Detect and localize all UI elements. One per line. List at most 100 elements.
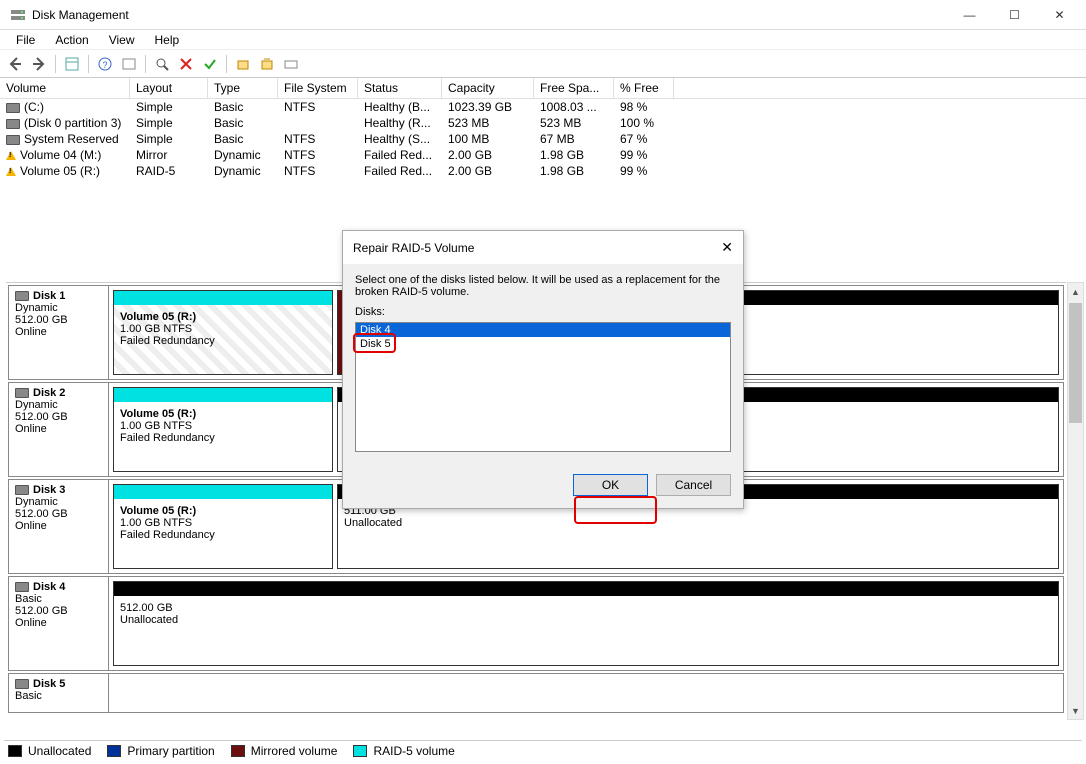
- dialog-title: Repair RAID-5 Volume: [353, 241, 474, 255]
- menu-file[interactable]: File: [6, 31, 45, 49]
- volume-status: Failed Red...: [358, 163, 442, 179]
- dialog-list-item[interactable]: Disk 4: [356, 323, 730, 337]
- help-icon[interactable]: ?: [94, 53, 116, 75]
- disk-state: Online: [15, 617, 102, 629]
- ok-button[interactable]: OK: [573, 474, 648, 496]
- volume-name: (C:): [24, 100, 44, 114]
- volume-row[interactable]: System ReservedSimpleBasicNTFSHealthy (S…: [0, 131, 1086, 147]
- volume-fs: NTFS: [278, 147, 358, 163]
- disk-icon: [15, 291, 29, 301]
- scrollbar-vertical[interactable]: ▲ ▼: [1067, 282, 1084, 720]
- partition-status: Unallocated: [344, 517, 1052, 529]
- partition-title: Volume 05 (R:): [120, 311, 326, 323]
- col-status[interactable]: Status: [358, 78, 442, 98]
- partition[interactable]: Volume 05 (R:)1.00 GB NTFSFailed Redunda…: [113, 484, 333, 569]
- maximize-button[interactable]: ☐: [992, 0, 1037, 30]
- volume-name: System Reserved: [24, 132, 119, 146]
- volume-capacity: 2.00 GB: [442, 163, 534, 179]
- repair-dialog: Repair RAID-5 Volume ✕ Select one of the…: [342, 230, 744, 509]
- disk-name: Disk 5: [33, 678, 65, 690]
- minimize-button[interactable]: —: [947, 0, 992, 30]
- volume-name: Volume 05 (R:): [20, 164, 100, 178]
- legend: UnallocatedPrimary partitionMirrored vol…: [4, 740, 1082, 760]
- volume-capacity: 523 MB: [442, 115, 534, 131]
- partition-stripe: [114, 291, 332, 305]
- col-layout[interactable]: Layout: [130, 78, 208, 98]
- legend-label: RAID-5 volume: [373, 744, 454, 758]
- disk-icon: [15, 679, 29, 689]
- titlebar: Disk Management — ☐ ✕: [0, 0, 1086, 30]
- volume-layout: Simple: [130, 131, 208, 147]
- menu-action[interactable]: Action: [45, 31, 98, 49]
- disk-state: Online: [15, 326, 102, 338]
- search-icon[interactable]: [151, 53, 173, 75]
- legend-label: Unallocated: [28, 744, 91, 758]
- partition-stripe: [114, 388, 332, 402]
- partition-status: Failed Redundancy: [120, 529, 326, 541]
- volume-row[interactable]: (C:)SimpleBasicNTFSHealthy (B...1023.39 …: [0, 99, 1086, 115]
- scroll-up-icon[interactable]: ▲: [1068, 283, 1083, 300]
- dialog-list-item[interactable]: Disk 5: [356, 337, 730, 351]
- volume-name: (Disk 0 partition 3): [24, 116, 121, 130]
- disk-size: 512.00 GB: [15, 605, 102, 617]
- col-pct[interactable]: % Free: [614, 78, 674, 98]
- legend-swatch: [8, 745, 22, 757]
- legend-label: Primary partition: [127, 744, 214, 758]
- volume-row[interactable]: Volume 05 (R:)RAID-5DynamicNTFSFailed Re…: [0, 163, 1086, 179]
- partition[interactable]: Volume 05 (R:)1.00 GB NTFSFailed Redunda…: [113, 290, 333, 375]
- forward-icon[interactable]: [28, 53, 50, 75]
- disk-row[interactable]: Disk 4Basic512.00 GBOnline512.00 GBUnall…: [8, 576, 1064, 671]
- view-icon[interactable]: [61, 53, 83, 75]
- partition-size: 1.00 GB NTFS: [120, 323, 326, 335]
- volume-fs: NTFS: [278, 131, 358, 147]
- volume-fs: NTFS: [278, 163, 358, 179]
- disk-state: Online: [15, 423, 102, 435]
- partition-title: Volume 05 (R:): [120, 408, 326, 420]
- volume-layout: Simple: [130, 99, 208, 115]
- col-volume[interactable]: Volume: [0, 78, 130, 98]
- volume-row[interactable]: (Disk 0 partition 3)SimpleBasicHealthy (…: [0, 115, 1086, 131]
- scroll-down-icon[interactable]: ▼: [1068, 702, 1083, 719]
- scroll-thumb[interactable]: [1069, 303, 1082, 423]
- check-icon[interactable]: [199, 53, 221, 75]
- volume-fs: NTFS: [278, 99, 358, 115]
- menu-help[interactable]: Help: [145, 31, 190, 49]
- partition-status: Failed Redundancy: [120, 432, 326, 444]
- tool-icon-2[interactable]: [232, 53, 254, 75]
- volume-capacity: 100 MB: [442, 131, 534, 147]
- col-type[interactable]: Type: [208, 78, 278, 98]
- volume-type: Basic: [208, 99, 278, 115]
- back-icon[interactable]: [4, 53, 26, 75]
- menu-view[interactable]: View: [99, 31, 145, 49]
- volume-status: Failed Red...: [358, 147, 442, 163]
- partition[interactable]: 512.00 GBUnallocated: [113, 581, 1059, 666]
- col-capacity[interactable]: Capacity: [442, 78, 534, 98]
- dialog-close-icon[interactable]: ✕: [721, 239, 733, 256]
- disk-icon: [15, 485, 29, 495]
- dialog-disk-list[interactable]: Disk 4Disk 5: [355, 322, 731, 452]
- volume-pct: 100 %: [614, 115, 674, 131]
- disk-name: Disk 2: [33, 387, 65, 399]
- volume-free: 67 MB: [534, 131, 614, 147]
- cancel-button[interactable]: Cancel: [656, 474, 731, 496]
- partition-size: 1.00 GB NTFS: [120, 420, 326, 432]
- partition[interactable]: Volume 05 (R:)1.00 GB NTFSFailed Redunda…: [113, 387, 333, 472]
- volume-row[interactable]: Volume 04 (M:)MirrorDynamicNTFSFailed Re…: [0, 147, 1086, 163]
- tool-icon-3[interactable]: [256, 53, 278, 75]
- col-free[interactable]: Free Spa...: [534, 78, 614, 98]
- dialog-instruction: Select one of the disks listed below. It…: [355, 274, 731, 298]
- close-button[interactable]: ✕: [1037, 0, 1082, 30]
- disk-row[interactable]: Disk 5Basic: [8, 673, 1064, 713]
- volume-type: Dynamic: [208, 147, 278, 163]
- volume-free: 1.98 GB: [534, 147, 614, 163]
- tool-icon-4[interactable]: [280, 53, 302, 75]
- volume-fs: [278, 115, 358, 131]
- volume-type: Basic: [208, 131, 278, 147]
- menubar: File Action View Help: [0, 30, 1086, 50]
- disk-icon: [15, 582, 29, 592]
- tool-icon-1[interactable]: [118, 53, 140, 75]
- col-fs[interactable]: File System: [278, 78, 358, 98]
- disk-size: 512.00 GB: [15, 314, 102, 326]
- disk-type: Basic: [15, 690, 102, 702]
- delete-icon[interactable]: [175, 53, 197, 75]
